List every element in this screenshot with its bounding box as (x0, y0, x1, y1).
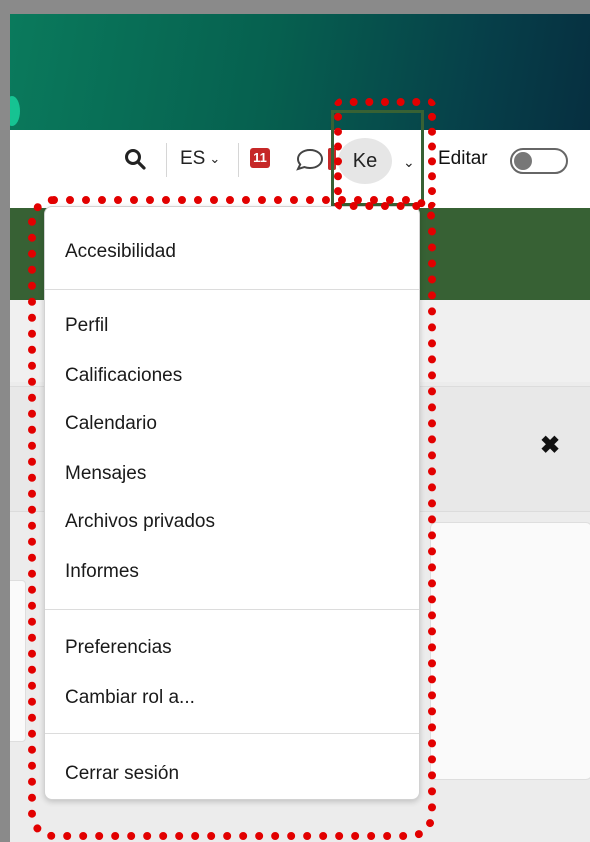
language-selector[interactable]: ES ⌄ (180, 148, 220, 170)
header-banner (10, 14, 590, 130)
close-icon[interactable]: ✖ (540, 434, 560, 458)
content-panel (430, 522, 590, 780)
side-panel (10, 580, 26, 742)
edit-mode-label: Editar (438, 148, 488, 170)
highlight-user-avatar (334, 98, 436, 210)
highlight-dropdown-menu (28, 196, 436, 840)
navbar-divider (238, 143, 239, 177)
edit-mode-toggle[interactable] (510, 148, 568, 174)
search-button[interactable] (124, 148, 146, 170)
chevron-down-icon: ⌄ (209, 151, 221, 166)
edit-label: Editar (438, 148, 488, 169)
search-icon (125, 149, 146, 170)
toggle-knob (514, 152, 532, 170)
notifications-button[interactable]: 11 (250, 148, 270, 168)
chat-icon (296, 148, 324, 171)
navbar-divider (166, 143, 167, 177)
language-label: ES (180, 148, 206, 169)
messages-button[interactable] (294, 147, 328, 171)
notification-badge: 11 (250, 148, 270, 168)
